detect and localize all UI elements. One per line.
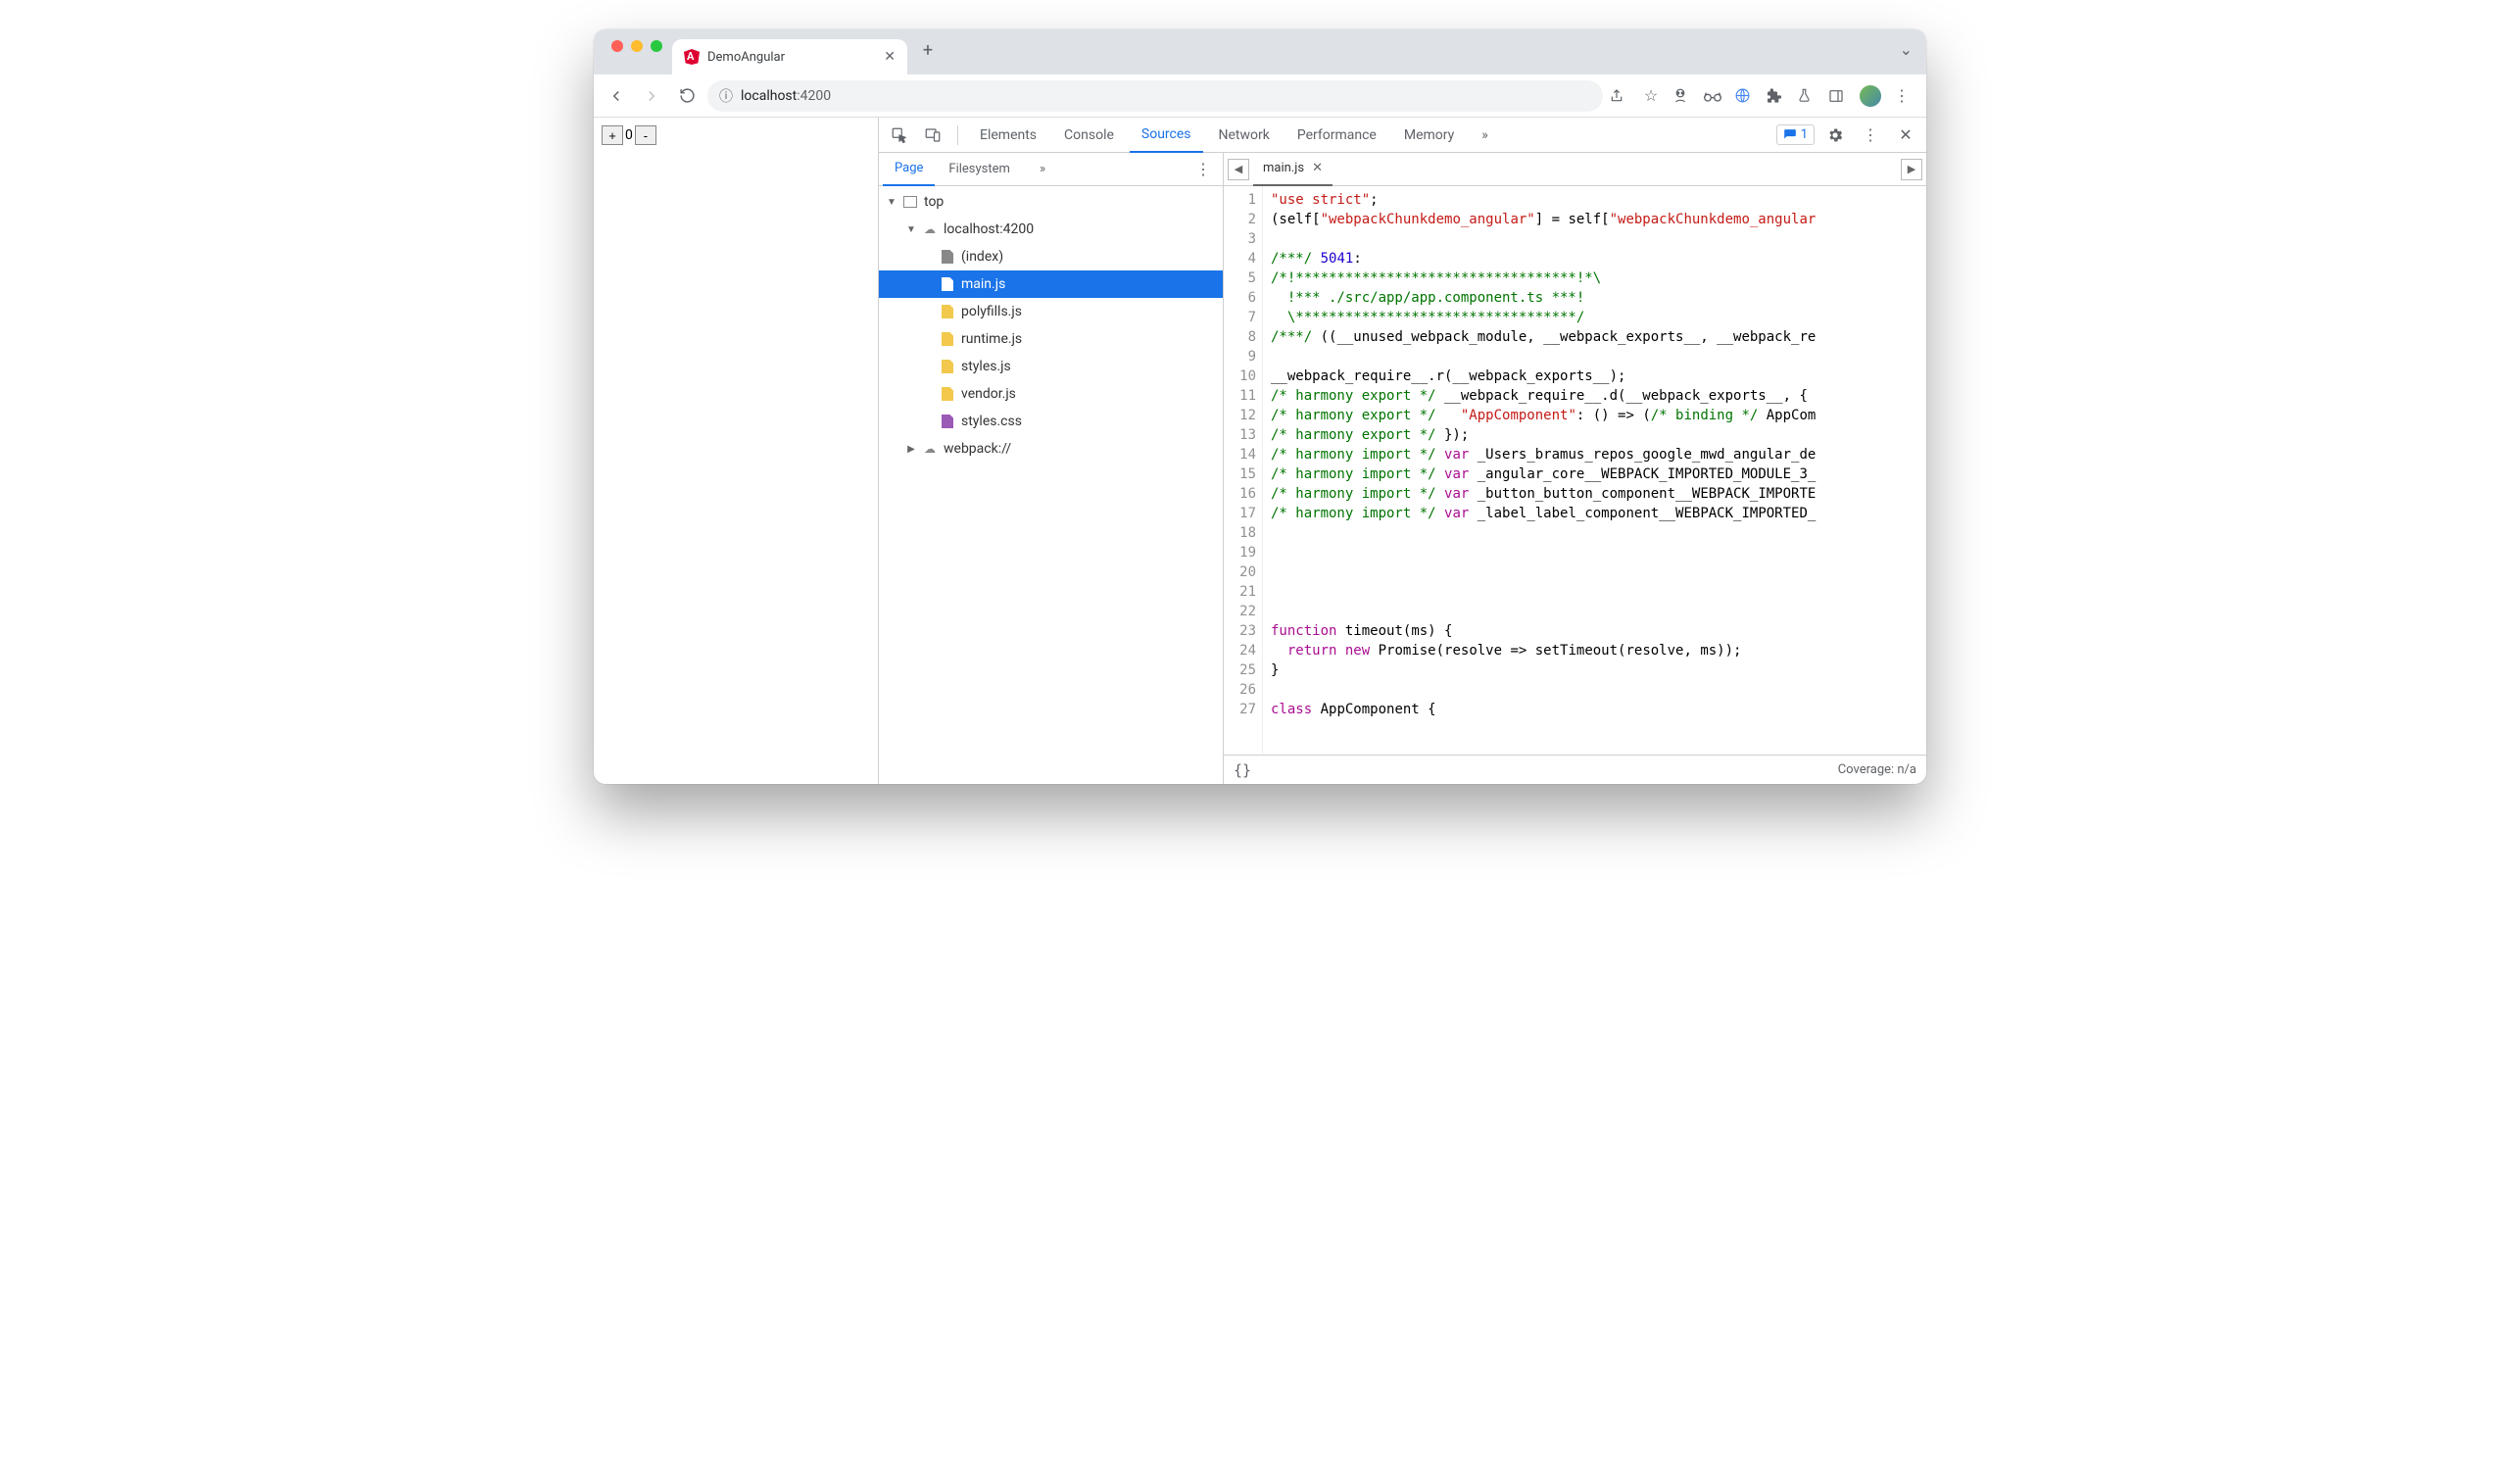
new-tab-button[interactable]: + <box>913 35 943 65</box>
tab-strip: DemoAngular ✕ + ⌄ <box>594 29 1926 74</box>
navigator-tab-filesystem[interactable]: Filesystem <box>937 153 1022 186</box>
editor-tab-main-js[interactable]: main.js ✕ <box>1253 153 1333 186</box>
settings-icon[interactable] <box>1820 121 1850 150</box>
toolbar-actions: ☆ ⋮ <box>1609 85 1918 107</box>
devtools-toolbar: Elements Console Sources Network Perform… <box>879 118 1926 153</box>
toggle-navigator-icon[interactable]: ◀ <box>1228 159 1249 180</box>
more-tabs-icon[interactable]: » <box>1470 118 1500 153</box>
minimize-window-button[interactable] <box>631 40 643 52</box>
content-area: + 0 - Elements Console Sources Network P… <box>594 118 1926 784</box>
issues-badge[interactable]: 1 <box>1776 124 1815 145</box>
navigator-tab-page[interactable]: Page <box>883 153 935 186</box>
tab-search-button[interactable]: ⌄ <box>1900 40 1926 65</box>
extension-glasses-icon[interactable] <box>1703 89 1724 103</box>
issues-count: 1 <box>1801 127 1808 142</box>
navigator-column: Page Filesystem » ⋮ ▼ top ▼ localhost:42… <box>879 153 1224 784</box>
navigator-tabs: Page Filesystem » ⋮ <box>879 153 1223 186</box>
tab-elements[interactable]: Elements <box>968 118 1048 153</box>
browser-menu-icon[interactable]: ⋮ <box>1891 86 1913 105</box>
navigator-menu-icon[interactable]: ⋮ <box>1187 160 1219 178</box>
close-editor-tab-icon[interactable]: ✕ <box>1312 161 1323 175</box>
extension-globe-icon[interactable] <box>1734 87 1756 104</box>
tree-file-main-js[interactable]: main.js <box>879 270 1223 298</box>
tree-top-frame[interactable]: ▼ top <box>879 188 1223 216</box>
toggle-debugger-icon[interactable]: ▶ <box>1901 159 1922 180</box>
bookmark-star-icon[interactable]: ☆ <box>1640 86 1662 105</box>
tab-title: DemoAngular <box>707 50 785 65</box>
extensions-icon[interactable] <box>1766 88 1787 104</box>
close-tab-button[interactable]: ✕ <box>884 49 896 65</box>
devtools-body: Page Filesystem » ⋮ ▼ top ▼ localhost:42… <box>879 153 1926 784</box>
device-toggle-icon[interactable] <box>918 121 947 150</box>
tree-file-polyfills-js[interactable]: polyfills.js <box>879 298 1223 325</box>
devtools-panel: Elements Console Sources Network Perform… <box>878 118 1926 784</box>
labs-icon[interactable] <box>1797 87 1818 104</box>
tree-webpack[interactable]: ▶ webpack:// <box>879 435 1223 463</box>
tab-network[interactable]: Network <box>1207 118 1282 153</box>
browser-tab[interactable]: DemoAngular ✕ <box>672 39 907 74</box>
tree-file-vendor-js[interactable]: vendor.js <box>879 380 1223 408</box>
tree-host[interactable]: ▼ localhost:4200 <box>879 216 1223 243</box>
devtools-menu-icon[interactable]: ⋮ <box>1856 121 1885 150</box>
site-info-icon[interactable]: ⓘ <box>719 86 733 106</box>
tab-memory[interactable]: Memory <box>1392 118 1466 153</box>
omnibox[interactable]: ⓘ localhost:4200 <box>707 80 1603 112</box>
decrement-button[interactable]: - <box>635 125 656 145</box>
share-icon[interactable] <box>1609 88 1630 104</box>
tree-file-styles-css[interactable]: styles.css <box>879 408 1223 435</box>
tree-file-runtime-js[interactable]: runtime.js <box>879 325 1223 353</box>
side-panel-icon[interactable] <box>1828 88 1850 104</box>
tab-sources[interactable]: Sources <box>1130 118 1203 153</box>
navigator-more-icon[interactable]: » <box>1028 153 1057 186</box>
profile-avatar[interactable] <box>1860 85 1881 107</box>
extension-incognito-icon[interactable] <box>1672 87 1693 105</box>
back-button[interactable] <box>602 81 631 111</box>
coverage-status: Coverage: n/a <box>1838 762 1916 777</box>
file-tree: ▼ top ▼ localhost:4200 (index) <box>879 186 1223 784</box>
editor-statusbar: {} Coverage: n/a <box>1224 755 1926 784</box>
editor-column: ◀ main.js ✕ ▶ 12345678910111213141516171… <box>1224 153 1926 784</box>
inspect-element-icon[interactable] <box>885 121 914 150</box>
reload-button[interactable] <box>672 81 702 111</box>
tree-file-index[interactable]: (index) <box>879 243 1223 270</box>
tree-file-styles-js[interactable]: styles.js <box>879 353 1223 380</box>
page-content: + 0 - <box>594 118 878 784</box>
address-bar: ⓘ localhost:4200 ☆ <box>594 74 1926 118</box>
code-content[interactable]: "use strict";(self["webpackChunkdemo_ang… <box>1263 186 1926 755</box>
close-devtools-icon[interactable]: ✕ <box>1891 121 1920 150</box>
browser-window: DemoAngular ✕ + ⌄ ⓘ localhost:4200 ☆ <box>594 29 1926 784</box>
url-text: localhost:4200 <box>741 88 831 104</box>
counter-widget: + 0 - <box>602 125 656 145</box>
tab-performance[interactable]: Performance <box>1285 118 1388 153</box>
window-controls <box>606 40 672 64</box>
close-window-button[interactable] <box>611 40 623 52</box>
maximize-window-button[interactable] <box>651 40 662 52</box>
counter-value: 0 <box>625 127 633 143</box>
pretty-print-button[interactable]: {} <box>1234 761 1251 779</box>
line-gutter: 1234567891011121314151617181920212223242… <box>1224 186 1263 755</box>
editor-tabs: ◀ main.js ✕ ▶ <box>1224 153 1926 186</box>
code-editor[interactable]: 1234567891011121314151617181920212223242… <box>1224 186 1926 755</box>
angular-favicon <box>684 49 700 65</box>
increment-button[interactable]: + <box>602 125 623 145</box>
forward-button[interactable] <box>637 81 666 111</box>
tab-console[interactable]: Console <box>1052 118 1126 153</box>
